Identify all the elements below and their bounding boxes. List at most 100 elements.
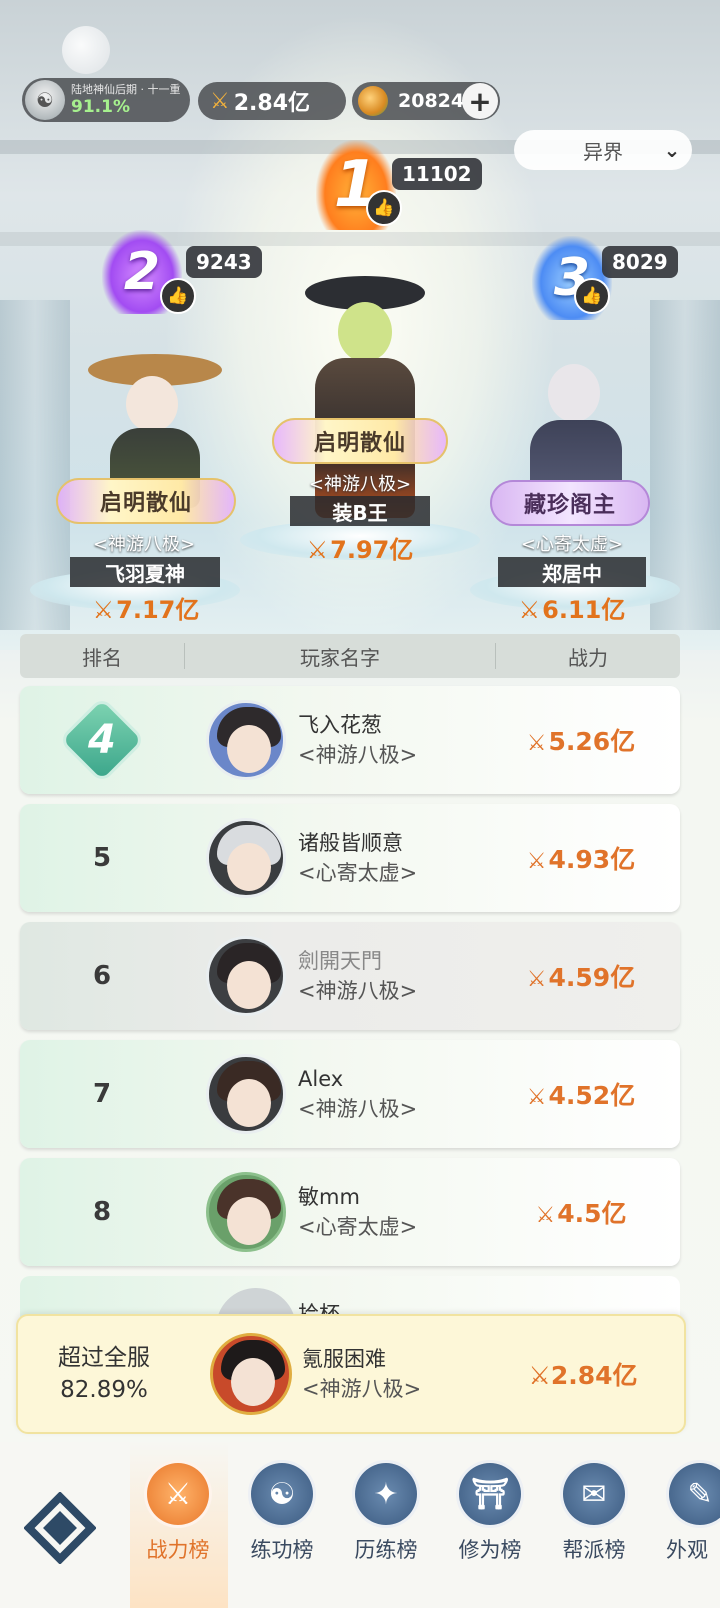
power-icon: ⚔ (92, 596, 115, 624)
exceed-value: 82.89% (60, 1377, 148, 1403)
currency-value: 20824 (398, 90, 465, 112)
player-guild: <神游八极> (298, 743, 418, 767)
rank1-likes: 11102 (392, 158, 482, 190)
player-avatar[interactable] (206, 818, 286, 898)
power-icon: ⚔ (306, 536, 329, 564)
realm-percent: 91.1% (71, 97, 130, 117)
player-power: ⚔4.52亿 (508, 1076, 680, 1112)
power-icon: ⚔ (526, 1085, 547, 1110)
rank2-name[interactable]: 飞羽夏神 (70, 557, 220, 587)
rank-cell: 4 (20, 696, 184, 784)
player-power-value: 4.52亿 (548, 1081, 636, 1110)
player-power-value: 5.26亿 (548, 727, 636, 756)
like-button-rank3[interactable]: 👍 (574, 278, 610, 314)
server-filter-label: 异界 (583, 139, 623, 164)
header-power: 战力 (568, 645, 608, 670)
rank1-guild: <神游八极> (308, 474, 412, 495)
power-icon: ⚔ (526, 967, 547, 992)
tab-appearance-rank[interactable]: ✎ 外观 (648, 1460, 720, 1564)
realm-label: 陆地神仙后期 · 十一重 (71, 83, 181, 96)
rank1-name[interactable]: 装B王 (290, 496, 430, 526)
jade-coin-icon (358, 86, 388, 116)
rank-number: 6 (92, 961, 112, 991)
player-power: ⚔4.59亿 (508, 958, 680, 994)
leaderboard-row[interactable]: 4 飞入花葱 <神游八极> ⚔5.26亿 (20, 686, 680, 794)
scroll-icon: ✉ (560, 1460, 628, 1528)
like-button-rank2[interactable]: 👍 (160, 278, 196, 314)
rank2-power-value: 7.17亿 (116, 596, 200, 624)
player-realm-chip[interactable]: ☯ 陆地神仙后期 · 十一重 91.1% (22, 78, 190, 122)
leaderboard-row[interactable]: 7 Alex <神游八极> ⚔4.52亿 (20, 1040, 680, 1148)
power-icon: ⚔ (535, 1203, 556, 1228)
rank2-likes: 9243 (186, 246, 262, 278)
leaderboard-row[interactable]: 8 敏mm <心寄太虚> ⚔4.5亿 (20, 1158, 680, 1266)
player-power-value: 2.84亿 (233, 91, 311, 116)
tab-label: 历练榜 (354, 1538, 418, 1562)
player-guild: <神游八极> (298, 1097, 418, 1121)
chevron-down-icon: ⌄ (663, 138, 681, 162)
rank1-power-value: 7.97亿 (330, 536, 414, 564)
player-power: ⚔4.5亿 (508, 1194, 680, 1230)
my-exceed-stat: 超过全服 82.89% (18, 1342, 190, 1406)
player-guild: <心寄太虚> (298, 861, 418, 885)
tab-label: 练功榜 (250, 1538, 314, 1562)
player-avatar[interactable] (206, 700, 286, 780)
tab-label: 帮派榜 (562, 1538, 626, 1562)
tab-skill-rank[interactable]: ☯ 练功榜 (232, 1460, 332, 1564)
tab-label: 修为榜 (458, 1538, 522, 1562)
my-avatar[interactable] (210, 1333, 292, 1415)
player-name: 诸般皆顺意 (298, 831, 403, 855)
player-name: 飞入花葱 (298, 713, 382, 737)
leaderboard-row[interactable]: 6 劍開天門 <神游八极> ⚔4.59亿 (20, 922, 680, 1030)
rank1-power: ⚔7.97亿 (270, 530, 450, 565)
rank2-title-badge: 启明散仙 (56, 478, 236, 524)
currency-chip: 20824 + (352, 82, 500, 120)
rank4-gem-badge: 4 (58, 696, 146, 784)
rank2-character[interactable] (80, 340, 230, 508)
power-icon: ⚔ (210, 88, 230, 114)
header-rank: 排名 (82, 645, 122, 670)
my-rank-card[interactable]: 超过全服 82.89% 氪服困难 <神游八极> ⚔2.84亿 (16, 1314, 686, 1434)
rank3-likes: 8029 (602, 246, 678, 278)
like-button-rank1[interactable]: 👍 (366, 190, 402, 226)
rank3-guild: <心寄太虚> (520, 534, 624, 555)
tab-cultivation-rank[interactable]: ⛩ 修为榜 (440, 1460, 540, 1564)
tab-label: 战力榜 (146, 1538, 210, 1562)
rank-number: 8 (92, 1197, 112, 1227)
tab-training-rank[interactable]: ✦ 历练榜 (336, 1460, 436, 1564)
leaderboard-row[interactable]: 5 诸般皆顺意 <心寄太虚> ⚔4.93亿 (20, 804, 680, 912)
rank3-name[interactable]: 郑居中 (498, 557, 646, 587)
player-avatar[interactable] (206, 1054, 286, 1134)
add-currency-button[interactable]: + (462, 83, 498, 119)
player-avatar[interactable] (206, 936, 286, 1016)
rank-number: 4 (88, 717, 116, 763)
rank1-title-badge: 启明散仙 (272, 418, 448, 464)
server-filter-dropdown[interactable]: 异界 ⌄ (514, 130, 692, 170)
player-avatar-icon: ☯ (25, 80, 65, 120)
moon-decoration (62, 26, 110, 74)
tab-label: 外观 (666, 1538, 708, 1562)
my-name: 氪服困难 (302, 1347, 386, 1371)
power-icon: ⚔ (526, 849, 547, 874)
rank-number: 5 (92, 843, 112, 873)
player-power-value: 4.93亿 (548, 845, 636, 874)
tab-power-rank[interactable]: ⚔ 战力榜 (128, 1460, 228, 1564)
power-icon: ⚔ (526, 731, 547, 756)
player-avatar[interactable] (206, 1172, 286, 1252)
header-player-name: 玩家名字 (300, 645, 380, 670)
player-name: Alex (298, 1067, 344, 1091)
tab-guild-rank[interactable]: ✉ 帮派榜 (544, 1460, 644, 1564)
my-power-value: 2.84亿 (550, 1361, 638, 1390)
power-icon: ⚔ (528, 1361, 551, 1390)
leaderboard-header: 排名 玩家名字 战力 (20, 634, 680, 678)
exceed-label: 超过全服 (58, 1345, 150, 1371)
diamond-menu-icon[interactable] (24, 1492, 96, 1564)
yin-yang-icon: ☯ (248, 1460, 316, 1528)
rank3-character[interactable] (500, 340, 650, 510)
player-power: ⚔5.26亿 (508, 722, 680, 758)
my-guild: <神游八极> (302, 1377, 422, 1401)
compass-star-icon: ✦ (352, 1460, 420, 1528)
player-name: 敏mm (298, 1185, 360, 1209)
player-guild: <心寄太虚> (298, 1215, 418, 1239)
bottom-nav: ⚔ 战力榜 ☯ 练功榜 ✦ 历练榜 ⛩ 修为榜 ✉ 帮派榜 ✎ 外观 (0, 1442, 720, 1608)
